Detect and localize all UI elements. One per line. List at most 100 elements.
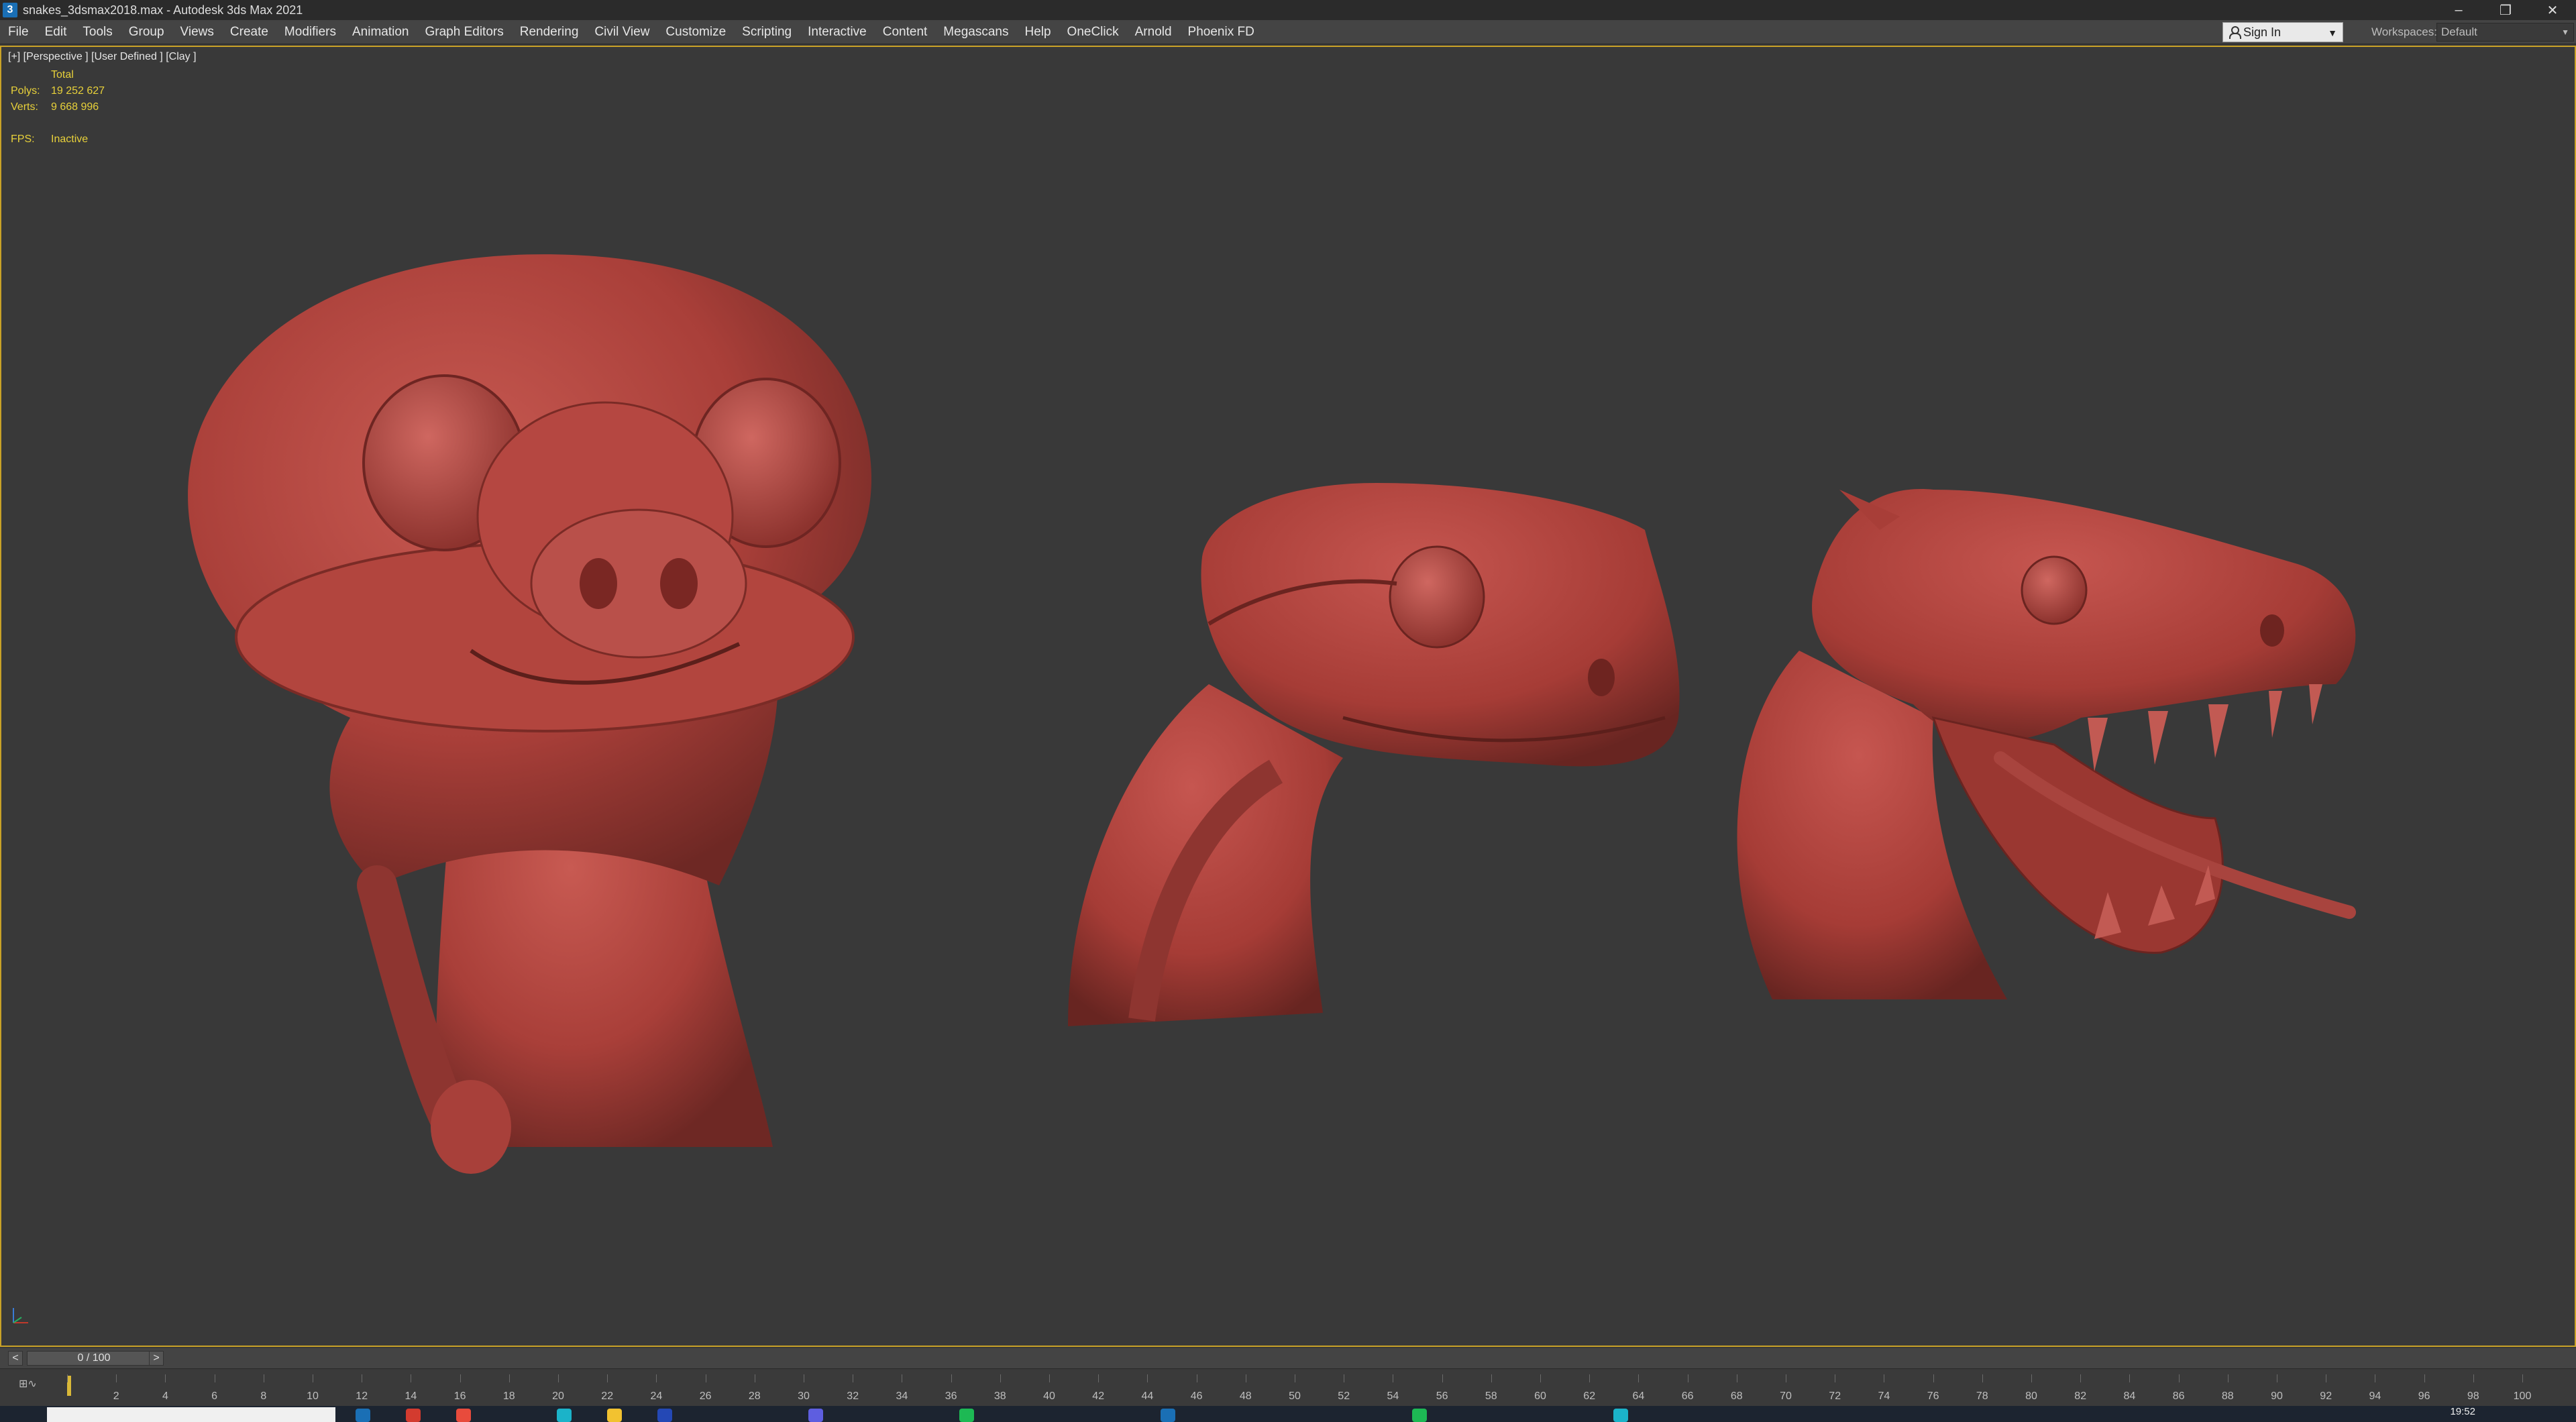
workspaces-label: Workspaces: [2371,25,2437,38]
menu-create[interactable]: Create [222,20,276,44]
frame-tick [1147,1374,1148,1382]
frame-tick [1589,1374,1591,1382]
frame-tick [2031,1374,2032,1382]
frame-tick [656,1374,657,1382]
viewport-statistics: Total Polys: 19 252 627 Verts: 9 668 996 F… [11,67,105,148]
menu-modifiers[interactable]: Modifiers [276,20,344,44]
menu-animation[interactable]: Animation [344,20,417,44]
minimize-button[interactable]: – [2435,0,2482,20]
menu-customize[interactable]: Customize [657,20,734,44]
taskbar-app-icon[interactable] [356,1409,370,1422]
menu-views[interactable]: Views [172,20,222,44]
sign-in-dropdown[interactable]: Sign In ▼ [2222,22,2343,42]
frame-tick [1540,1374,1541,1382]
time-slider-prev-button[interactable]: < [8,1351,23,1366]
taskbar-app-icon[interactable] [406,1409,421,1422]
frame-tick-label: 4 [162,1390,168,1402]
menu-content[interactable]: Content [875,20,936,44]
frame-tick [116,1374,117,1382]
closed-mouth-snake-model[interactable] [1068,483,1680,1026]
frame-tick-label: 42 [1092,1390,1105,1402]
frame-ticks[interactable]: 2 4 6 8 10 12 14 16 18 20 22 24 26 28 30 32 34 36 38 40 42 44… [67,1374,2531,1404]
start-icon[interactable] [0,1406,47,1422]
workspaces-dropdown[interactable]: Default ▼ [2436,23,2574,42]
frame-tick-label: 54 [1387,1390,1399,1402]
taskbar-app-icon[interactable] [456,1409,471,1422]
frame-tick-label: 76 [1927,1390,1939,1402]
frame-tick [2080,1374,2082,1382]
taskbar-app-icon[interactable] [557,1409,572,1422]
menu-interactive[interactable]: Interactive [800,20,875,44]
snake-models[interactable] [1,47,2575,1346]
windows-taskbar: 19:52 [0,1406,2576,1422]
perspective-viewport[interactable]: [+] [Perspective ] [User Defined ] [Clay… [0,46,2576,1347]
frame-tick-label: 90 [2271,1390,2283,1402]
frame-tick-label: 64 [1632,1390,1645,1402]
window-controls: – ❐ ✕ [2435,0,2576,20]
curve-editor-icon[interactable]: ⊞∿ [19,1377,37,1390]
frame-tick-label: 40 [1043,1390,1055,1402]
frame-tick-label: 60 [1534,1390,1546,1402]
frame-tick-label: 18 [502,1390,515,1402]
frame-tick [951,1374,952,1382]
window-title: snakes_3dsmax2018.max - Autodesk 3ds Max… [23,3,303,17]
taskbar-app-icon[interactable] [657,1409,672,1422]
frame-tick-label: 100 [2513,1390,2532,1402]
time-slider[interactable]: 0 / 100 [27,1351,161,1366]
frame-tick-label: 38 [994,1390,1006,1402]
track-bar[interactable]: ⊞∿ 2 4 6 8 10 12 14 16 18 20 22 24 26 28 30 32 34 36 38 40 4… [0,1368,2576,1406]
frame-tick-label: 88 [2221,1390,2234,1402]
taskbar-app-icon[interactable] [1613,1409,1628,1422]
taskbar-clock[interactable]: 19:52 [2450,1406,2475,1417]
axis-gizmo-icon [13,1308,28,1323]
frame-tick [2522,1374,2523,1382]
frame-tick [558,1374,559,1382]
menu-group[interactable]: Group [121,20,172,44]
menu-phoenix-fd[interactable]: Phoenix FD [1180,20,1263,44]
menu-scripting[interactable]: Scripting [734,20,800,44]
menu-edit[interactable]: Edit [37,20,75,44]
menu-civil-view[interactable]: Civil View [586,20,657,44]
menu-rendering[interactable]: Rendering [512,20,587,44]
taskbar-app-icon[interactable] [808,1409,823,1422]
cartoon-snake-model[interactable] [188,254,872,1174]
frame-tick-label: 74 [1878,1390,1890,1402]
sign-in-label: Sign In [2243,25,2282,39]
menu-tools[interactable]: Tools [74,20,120,44]
viewport-label[interactable]: [+] [Perspective ] [User Defined ] [Clay… [8,51,197,63]
restore-button[interactable]: ❐ [2482,0,2529,20]
time-slider-bar: < 0 / 100 > [0,1348,2576,1368]
menu-oneclick[interactable]: OneClick [1059,20,1127,44]
taskbar-search-input[interactable] [47,1407,335,1422]
time-slider-next-button[interactable]: > [149,1351,164,1366]
taskbar-app-icon[interactable] [959,1409,974,1422]
app-icon[interactable]: 3 [3,3,17,17]
frame-tick [1000,1374,1001,1382]
open-mouth-snake-model[interactable] [1737,489,2356,999]
frame-tick-label: 92 [2320,1390,2332,1402]
frame-tick [460,1374,461,1382]
frame-tick [2178,1374,2180,1382]
frame-tick [508,1374,510,1382]
taskbar-app-icon[interactable] [1161,1409,1175,1422]
taskbar-app-icon[interactable] [607,1409,622,1422]
frame-tick-label: 80 [2025,1390,2037,1402]
frame-tick-label: 2 [113,1390,119,1402]
menu-file[interactable]: File [0,20,37,44]
close-button[interactable]: ✕ [2529,0,2576,20]
menu-arnold[interactable]: Arnold [1127,20,1180,44]
chevron-down-icon: ▼ [2328,28,2337,38]
taskbar-app-icon[interactable] [1412,1409,1427,1422]
frame-tick-label: 44 [1141,1390,1154,1402]
frame-tick-label: 10 [307,1390,319,1402]
frame-tick-label: 22 [601,1390,614,1402]
fps-label: FPS: [11,133,35,145]
frame-tick [1491,1374,1492,1382]
frame-tick-label: 56 [1436,1390,1448,1402]
frame-tick [1982,1374,1983,1382]
menu-help[interactable]: Help [1016,20,1059,44]
frame-tick [1638,1374,1640,1382]
frame-tick-label: 98 [2467,1390,2479,1402]
menu-graph-editors[interactable]: Graph Editors [417,20,512,44]
menu-megascans[interactable]: Megascans [935,20,1016,44]
